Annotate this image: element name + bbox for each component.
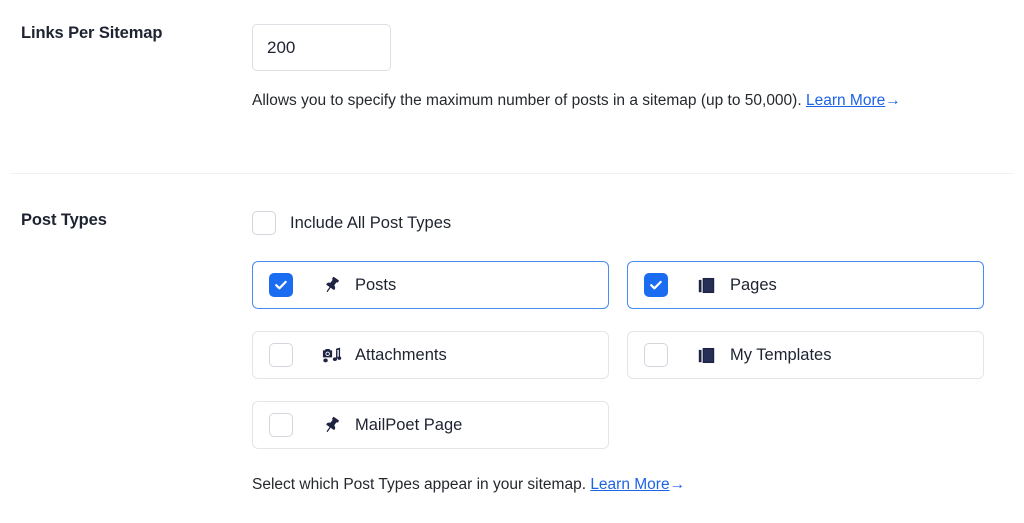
links-per-sitemap-label: Links Per Sitemap [21, 24, 163, 42]
include-all-post-types-checkbox[interactable] [252, 211, 276, 235]
post-types-field-col: Include All Post Types Posts Pages Attac… [252, 211, 1024, 496]
post-types-row: Post Types Include All Post Types Posts … [0, 173, 1024, 496]
links-per-sitemap-help: Allows you to specify the maximum number… [252, 87, 942, 115]
links-per-sitemap-learn-more-arrow-icon[interactable]: → [885, 92, 901, 109]
links-per-sitemap-field-col: Allows you to specify the maximum number… [252, 24, 1024, 115]
post-types-learn-more-arrow-icon[interactable]: → [670, 476, 686, 493]
include-all-post-types-row[interactable]: Include All Post Types [252, 211, 1010, 235]
post-type-label-my-templates: My Templates [730, 345, 832, 364]
post-type-label-mailpoet-page: MailPoet Page [355, 415, 463, 434]
links-per-sitemap-label-col: Links Per Sitemap [0, 24, 252, 44]
links-per-sitemap-help-text: Allows you to specify the maximum number… [252, 92, 802, 109]
section-divider [10, 173, 1014, 174]
post-type-card-pages[interactable]: Pages [627, 261, 984, 309]
post-types-label: Post Types [21, 211, 107, 229]
post-types-grid: Posts Pages Attachments My Templates Mai… [252, 261, 984, 449]
pushpin-icon [320, 414, 342, 436]
pages-icon [695, 344, 717, 366]
media-icon [320, 344, 342, 366]
pushpin-icon [320, 274, 342, 296]
post-type-label-posts: Posts [355, 275, 397, 294]
post-type-label-attachments: Attachments [355, 345, 447, 364]
sitemap-settings-page: Links Per Sitemap Allows you to specify … [0, 0, 1024, 523]
include-all-post-types-label: Include All Post Types [290, 213, 452, 232]
links-per-sitemap-learn-more-link[interactable]: Learn More [806, 92, 885, 109]
post-type-checkbox-attachments[interactable] [269, 343, 293, 367]
links-per-sitemap-row: Links Per Sitemap Allows you to specify … [0, 0, 1024, 173]
post-types-help: Select which Post Types appear in your s… [252, 473, 1010, 496]
post-type-checkbox-posts[interactable] [269, 273, 293, 297]
post-type-checkbox-pages[interactable] [644, 273, 668, 297]
post-type-checkbox-my-templates[interactable] [644, 343, 668, 367]
post-type-card-my-templates[interactable]: My Templates [627, 331, 984, 379]
post-types-help-text: Select which Post Types appear in your s… [252, 476, 586, 493]
pages-icon [695, 274, 717, 296]
post-type-checkbox-mailpoet-page[interactable] [269, 413, 293, 437]
post-type-label-pages: Pages [730, 275, 777, 294]
post-type-card-attachments[interactable]: Attachments [252, 331, 609, 379]
post-type-card-mailpoet-page[interactable]: MailPoet Page [252, 401, 609, 449]
post-types-label-col: Post Types [0, 211, 252, 231]
post-types-learn-more-link[interactable]: Learn More [590, 476, 669, 493]
post-type-card-posts[interactable]: Posts [252, 261, 609, 309]
links-per-sitemap-input[interactable] [252, 24, 391, 71]
